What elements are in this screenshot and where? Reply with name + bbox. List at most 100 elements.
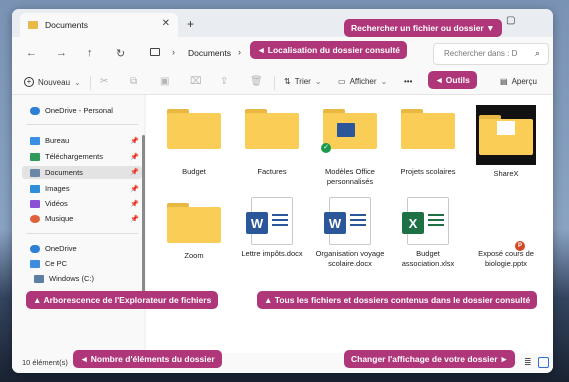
sidebar-item-videos[interactable]: Vidéos: [30, 199, 68, 208]
pin-icon[interactable]: 📌: [130, 153, 139, 161]
sync-check-icon: ✓: [321, 143, 331, 153]
file-name: Budget association.xlsx: [401, 249, 455, 269]
this-pc-icon[interactable]: [150, 48, 160, 56]
folder-item[interactable]: Budget: [159, 109, 229, 177]
preview-pane-icon: ▤: [500, 77, 508, 86]
more-options-button[interactable]: •••: [404, 77, 412, 86]
cut-icon[interactable]: ✂: [100, 76, 108, 87]
documents-icon: [30, 168, 40, 177]
scrollbar[interactable]: [142, 135, 145, 295]
folder-icon: [167, 109, 221, 149]
sidebar-item-bureau[interactable]: Bureau: [30, 136, 69, 145]
file-name: Modèles Office personnalisés: [325, 167, 375, 187]
pictures-icon: [30, 184, 40, 193]
file-list-view: Budget Factures ✓ Modèles Office personn…: [146, 95, 553, 353]
maximize-icon[interactable]: ▢: [506, 15, 515, 26]
details-view-icon[interactable]: ≣: [524, 357, 535, 368]
desktop-icon: [30, 136, 40, 145]
file-name: Zoom: [184, 251, 204, 260]
sidebar-item-label: Bureau: [45, 136, 70, 145]
close-tab-icon[interactable]: ✕: [162, 18, 170, 29]
sidebar-item-onedrive[interactable]: OneDrive: [30, 244, 77, 253]
file-name: Lettre impôts.docx: [241, 249, 303, 258]
delete-icon[interactable]: 🗑: [250, 76, 263, 87]
file-item[interactable]: X Budget association.xlsx: [393, 197, 463, 269]
powerpoint-icon: P: [515, 241, 525, 251]
divider: [274, 76, 275, 90]
new-tab-button[interactable]: +: [187, 17, 194, 31]
sidebar-item-documents[interactable]: Documents: [22, 166, 142, 179]
sidebar-item-windows-c[interactable]: Windows (C:): [34, 274, 94, 283]
sidebar-item-label: Ce PC: [45, 259, 68, 268]
paste-icon[interactable]: ▣: [160, 76, 169, 87]
large-icons-view-icon[interactable]: [538, 357, 549, 368]
selected-thumbnail: [476, 105, 536, 165]
folder-icon: [479, 115, 533, 155]
word-file-icon: W: [246, 197, 293, 245]
file-name: Factures: [257, 167, 287, 176]
sidebar-item-ce-pc[interactable]: Ce PC: [30, 259, 67, 268]
forward-button[interactable]: →: [56, 47, 67, 59]
sidebar-item-label: OneDrive - Personal: [45, 106, 113, 115]
word-icon: W: [324, 212, 346, 234]
up-button[interactable]: ↑: [87, 47, 93, 59]
sidebar-item-label: Images: [45, 184, 70, 193]
callout-contents: ▲ Tous les fichiers et dossiers contenus…: [257, 291, 538, 309]
file-item[interactable]: P Exposé cours de biologie.pptx: [471, 197, 541, 269]
folder-icon: ✓: [321, 109, 377, 153]
refresh-button[interactable]: ↻: [116, 47, 125, 60]
preview-button[interactable]: ▤ Aperçu: [500, 77, 537, 86]
folder-item[interactable]: ShareX: [471, 105, 541, 179]
view-button[interactable]: ▭ Afficher ⌄: [338, 77, 387, 86]
folder-item[interactable]: Factures: [237, 109, 307, 177]
new-button[interactable]: + Nouveau ⌄: [24, 77, 81, 87]
breadcrumb-documents[interactable]: Documents: [188, 48, 231, 58]
sidebar-item-onedrive-personal[interactable]: OneDrive - Personal: [30, 106, 113, 115]
folder-item[interactable]: ✓ Modèles Office personnalisés: [315, 109, 385, 187]
file-name: ShareX: [493, 169, 519, 178]
folder-item[interactable]: Projets scolaires: [393, 109, 463, 177]
rename-icon[interactable]: ⌧: [190, 76, 202, 87]
chevron-right-icon[interactable]: ›: [238, 47, 241, 57]
divider: [26, 233, 138, 234]
file-name: Projets scolaires: [400, 167, 456, 176]
folder-icon: [28, 21, 38, 29]
chevron-down-icon: ⌄: [314, 77, 322, 86]
preview-button-label: Aperçu: [511, 77, 537, 86]
pin-icon[interactable]: 📌: [130, 185, 139, 193]
plus-circle-icon: +: [24, 77, 34, 87]
sort-button[interactable]: ⇅ Trier ⌄: [284, 77, 322, 86]
cloud-icon: [30, 106, 40, 115]
pin-icon[interactable]: 📌: [130, 200, 139, 208]
sidebar-item-label: Documents: [45, 168, 83, 177]
callout-location: ◄ Localisation du dossier consulté: [250, 41, 408, 59]
sidebar-item-musique[interactable]: Musique: [30, 214, 73, 223]
file-name: Budget: [182, 167, 206, 176]
back-button[interactable]: ←: [26, 47, 37, 59]
search-input[interactable]: Rechercher dans : D ⌕: [433, 43, 549, 65]
pin-icon[interactable]: 📌: [130, 168, 139, 176]
sidebar-item-telechargements[interactable]: Téléchargements: [30, 152, 103, 161]
tab-title: Documents: [45, 20, 88, 30]
sort-button-label: Trier: [294, 77, 311, 86]
file-item[interactable]: W Organisation voyage scolaire.docx: [315, 197, 385, 269]
folder-item[interactable]: Zoom: [159, 203, 229, 261]
chevron-down-icon: ⌄: [74, 77, 81, 87]
chevron-right-icon[interactable]: ›: [172, 47, 175, 57]
file-explorer-window: Documents ✕ + ▢ ← → ↑ ↻ › Documents › Re…: [12, 9, 553, 373]
excel-icon: X: [402, 212, 424, 234]
new-button-label: Nouveau: [38, 77, 71, 87]
sidebar-item-label: Téléchargements: [45, 152, 103, 161]
file-item[interactable]: W Lettre impôts.docx: [237, 197, 307, 259]
copy-icon[interactable]: ⧉: [130, 76, 137, 87]
share-icon[interactable]: ⇪: [220, 76, 228, 87]
tab-documents[interactable]: Documents ✕: [20, 13, 178, 37]
pin-icon[interactable]: 📌: [130, 215, 139, 223]
cloud-icon: [30, 244, 40, 253]
word-template-icon: [337, 123, 355, 137]
excel-file-icon: X: [402, 197, 449, 245]
callout-search: Rechercher un fichier ou dossier ▼: [344, 19, 502, 37]
sidebar-item-images[interactable]: Images: [30, 184, 70, 193]
word-icon: W: [246, 212, 268, 234]
pin-icon[interactable]: 📌: [130, 137, 139, 145]
